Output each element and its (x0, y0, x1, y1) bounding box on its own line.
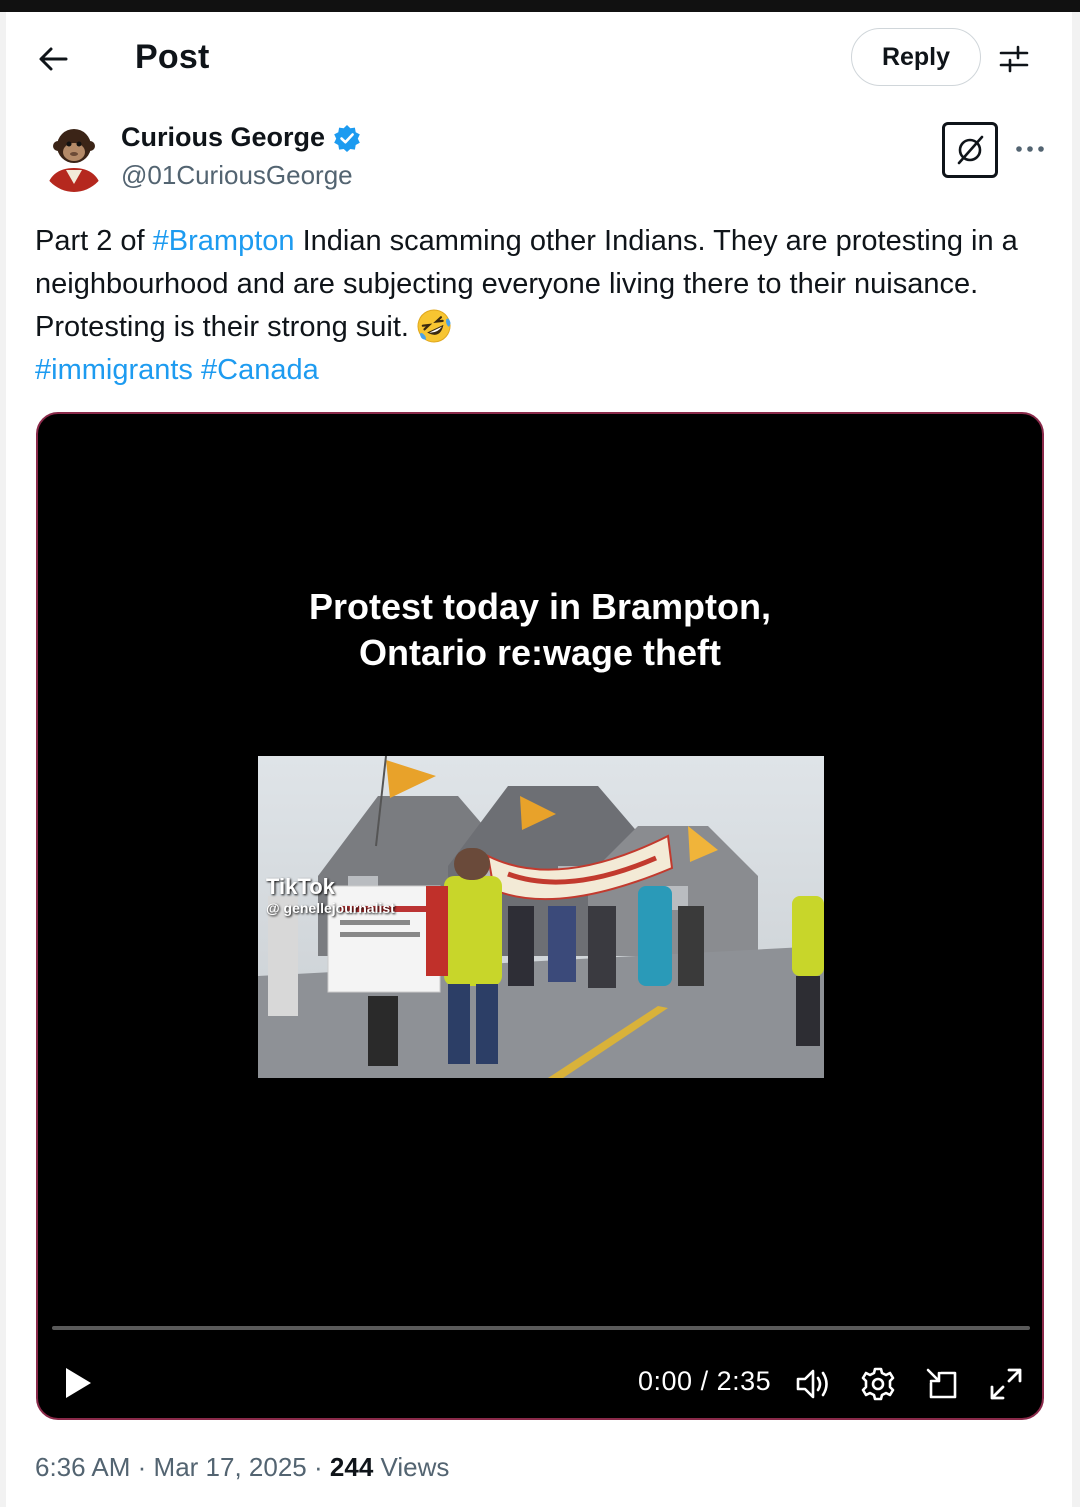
video-time: 0:00 / 2:35 (638, 1366, 772, 1396)
protest-scene-image (258, 756, 824, 1078)
video-player[interactable]: Protest today in Brampton, Ontario re:wa… (36, 412, 1044, 1420)
time-current: 0:00 (638, 1366, 693, 1396)
fullscreen-button[interactable] (984, 1362, 1028, 1406)
reply-button[interactable]: Reply (851, 28, 981, 86)
time-total: 2:35 (716, 1366, 772, 1396)
monkey-avatar-icon (40, 120, 108, 192)
top-edge-bar (0, 0, 1080, 12)
more-dots-icon (1016, 146, 1044, 152)
post-text-segment: Part 2 of (35, 225, 153, 257)
grok-button[interactable] (942, 122, 998, 178)
name-row: Curious George (121, 122, 361, 153)
arrow-left-icon (39, 47, 68, 71)
hashtag-immigrants[interactable]: #immigrants (35, 354, 193, 386)
volume-icon (796, 1369, 828, 1399)
video-frame[interactable]: TikTok @ genellejournalist (258, 756, 824, 1078)
picture-in-picture-icon (926, 1368, 957, 1399)
avatar[interactable] (40, 120, 108, 192)
verified-badge-icon (334, 124, 360, 152)
back-button[interactable] (30, 36, 76, 82)
expand-icon (990, 1368, 1022, 1400)
play-button[interactable] (58, 1360, 98, 1406)
tiktok-handle: @ genellejournalist (266, 900, 395, 916)
views-label: Views (380, 1452, 450, 1482)
picture-in-picture-button[interactable] (920, 1362, 964, 1406)
grok-icon (957, 135, 984, 165)
left-frame (0, 12, 6, 1507)
video-caption-line: Protest today in Brampton, (308, 586, 772, 627)
meta-separator: · (314, 1452, 323, 1482)
right-frame (1072, 12, 1080, 1507)
tiktok-logo: TikTok (266, 874, 335, 899)
play-icon (66, 1368, 91, 1398)
video-caption-line: Ontario re:wage theft (358, 632, 722, 673)
post-time[interactable]: 6:36 AM (35, 1452, 130, 1482)
settings-button[interactable] (856, 1362, 900, 1406)
filter-button[interactable] (991, 36, 1037, 82)
rolling-laughing-emoji-icon (417, 309, 451, 343)
user-handle[interactable]: @01CuriousGeorge (121, 160, 353, 191)
views-count: 244 (329, 1452, 374, 1482)
video-caption: Protest today in Brampton, Ontario re:wa… (38, 584, 1042, 676)
post-author: Curious George @01CuriousGeorge (40, 120, 1060, 200)
post-meta: 6:36 AM · Mar 17, 2025 · 244 Views (35, 1452, 449, 1483)
tiktok-watermark: TikTok @ genellejournalist (266, 874, 395, 916)
post-text: Part 2 of #Brampton Indian scamming othe… (35, 220, 1045, 392)
gear-icon (861, 1367, 895, 1401)
post-date[interactable]: Mar 17, 2025 (154, 1452, 307, 1482)
video-progress-bar[interactable] (52, 1326, 1030, 1330)
hashtag-canada[interactable]: #Canada (201, 354, 319, 386)
display-name[interactable]: Curious George (121, 122, 325, 153)
meta-separator: · (137, 1452, 147, 1482)
volume-button[interactable] (792, 1362, 836, 1406)
video-controls: 0:00 / 2:35 (38, 1354, 1042, 1414)
page-title: Post (135, 38, 210, 76)
post-header: Post Reply (6, 12, 1072, 104)
sliders-icon (999, 45, 1029, 73)
more-options-button[interactable] (1010, 134, 1050, 164)
hashtag-brampton[interactable]: #Brampton (153, 225, 295, 257)
